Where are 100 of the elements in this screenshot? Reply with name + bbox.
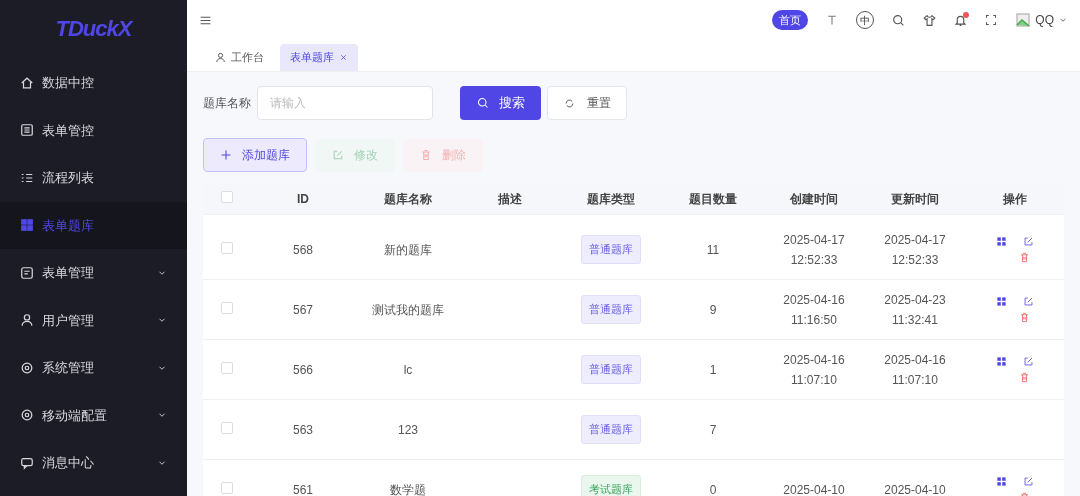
- table-cell: 561: [293, 482, 313, 496]
- refresh-icon: [563, 97, 575, 109]
- table-cell: 11: [706, 242, 720, 257]
- table-cell: 9: [709, 302, 717, 317]
- grid-icon[interactable]: [995, 296, 1007, 307]
- grid-icon[interactable]: [995, 356, 1007, 367]
- edit-icon[interactable]: [1022, 236, 1034, 247]
- table-cell: 568: [293, 242, 313, 257]
- table-cell: 数学题: [390, 482, 426, 496]
- sidebar-item[interactable]: 流程列表: [0, 154, 187, 202]
- type-tag: 普通题库: [581, 235, 641, 264]
- add-button[interactable]: 添加题库: [203, 138, 307, 172]
- edit-icon[interactable]: [1022, 476, 1034, 487]
- sidebar-item[interactable]: 数据中控: [0, 59, 187, 107]
- sidebar-label: 表单题库: [42, 216, 94, 235]
- type-tag: 考试题库: [581, 475, 641, 496]
- gear-icon: [20, 408, 34, 423]
- chat-icon: [20, 455, 34, 470]
- column-header: 题库类型: [586, 191, 636, 208]
- checkbox[interactable]: [221, 361, 233, 374]
- table-cell-text: 11:07:10: [791, 371, 837, 389]
- column-header: 题目数量: [688, 191, 738, 208]
- sidebar-label: 数据中控: [42, 74, 94, 92]
- edit-icon[interactable]: [1022, 356, 1034, 367]
- table-cell: 123: [398, 422, 418, 437]
- house-icon: [20, 75, 34, 90]
- checkbox[interactable]: [221, 481, 233, 494]
- sidebar-label: 移动端配置: [42, 406, 107, 425]
- trash-icon[interactable]: [1019, 372, 1030, 383]
- search-button[interactable]: 搜索: [460, 86, 541, 120]
- sidebar-label: 系统管理: [42, 359, 94, 377]
- grid-icon[interactable]: [995, 236, 1007, 247]
- sidebar-item[interactable]: 移动端配置: [0, 391, 187, 439]
- grid-icon: [20, 218, 34, 233]
- table-cell-text: 2025-04-16: [884, 351, 946, 369]
- table-cell-text: 11:32:41: [892, 311, 938, 329]
- sidebar-label: 用户管理: [42, 311, 94, 330]
- edit-icon: [332, 149, 344, 161]
- table-cell: 567: [293, 302, 313, 317]
- type-tag: 普通题库: [581, 415, 641, 444]
- type-tag: 普通题库: [581, 295, 641, 324]
- close-icon[interactable]: [339, 53, 348, 62]
- search-field[interactable]: 请输入: [257, 86, 433, 120]
- checkbox[interactable]: [221, 301, 233, 314]
- table-cell-text: 2025-04-10: [884, 481, 946, 496]
- table-cell-text: 2025-04-16: [783, 291, 845, 309]
- search-icon: [476, 97, 489, 109]
- table-cell-text: 2025-04-17: [783, 231, 845, 249]
- sidebar-item[interactable]: 系统管理: [0, 344, 187, 392]
- table-cell-text: 12:52:33: [891, 251, 939, 269]
- table-cell: 1: [709, 362, 717, 377]
- type-tag: 普通题库: [581, 355, 641, 384]
- sidebar-item[interactable]: 用户管理: [0, 296, 187, 344]
- sidebar-item[interactable]: 表单管控: [0, 106, 187, 154]
- column-header: 描述: [497, 191, 523, 208]
- trash-icon: [420, 149, 432, 161]
- checkbox[interactable]: [221, 241, 233, 254]
- font-size-icon: [826, 14, 839, 26]
- user-name: QQ: [1035, 12, 1054, 29]
- form-icon: [20, 265, 34, 280]
- table-cell: 566: [293, 362, 313, 377]
- sidebar-label: 表单管理: [42, 264, 94, 282]
- grid-icon[interactable]: [995, 476, 1007, 487]
- shirt-icon: [923, 13, 937, 27]
- image-placeholder-icon: [1015, 12, 1032, 28]
- checkbox[interactable]: [221, 191, 233, 203]
- column-header: ID: [296, 191, 310, 208]
- table-cell: lc: [403, 362, 413, 377]
- column-header: 更新时间: [890, 191, 940, 208]
- tab[interactable]: 工作台: [205, 44, 274, 71]
- column-header: 创建时间: [789, 191, 839, 208]
- plus-icon: [220, 149, 232, 161]
- sidebar-item[interactable]: 消息中心: [0, 439, 187, 487]
- sidebar-label: 消息中心: [42, 454, 94, 472]
- tab[interactable]: 表单题库: [280, 44, 358, 71]
- trash-icon[interactable]: [1019, 252, 1030, 263]
- search-icon: [892, 13, 906, 27]
- table-cell-text: 2025-04-17: [884, 231, 946, 249]
- trash-icon[interactable]: [1019, 312, 1030, 323]
- table-cell: 7: [709, 422, 717, 437]
- table-cell-text: 11:16:50: [791, 311, 837, 329]
- sidebar-item[interactable]: 表单管理: [0, 249, 187, 297]
- bell-icon: [954, 13, 968, 27]
- list-icon: [20, 123, 34, 138]
- checkbox[interactable]: [221, 421, 233, 434]
- table-cell-text: 2025-04-23: [884, 291, 946, 309]
- table-cell: 563: [293, 422, 313, 437]
- sidebar-label: 表单管控: [42, 121, 94, 140]
- fullscreen-icon: [985, 14, 998, 26]
- table-cell: 测试我的题库: [372, 302, 444, 317]
- table-cell-text: 12:52:33: [790, 251, 838, 269]
- reset-button[interactable]: 重置: [547, 86, 627, 120]
- field-label: 题库名称: [203, 95, 251, 112]
- user-menu[interactable]: QQ: [1015, 11, 1068, 29]
- user-icon: [20, 313, 34, 328]
- edit-icon[interactable]: [1022, 296, 1034, 307]
- logo-text: TDuckX: [54, 15, 134, 43]
- home-button[interactable]: 首页: [772, 9, 809, 31]
- table-cell-text: 2025-04-16: [783, 351, 845, 369]
- table-cell: 0: [709, 482, 717, 496]
